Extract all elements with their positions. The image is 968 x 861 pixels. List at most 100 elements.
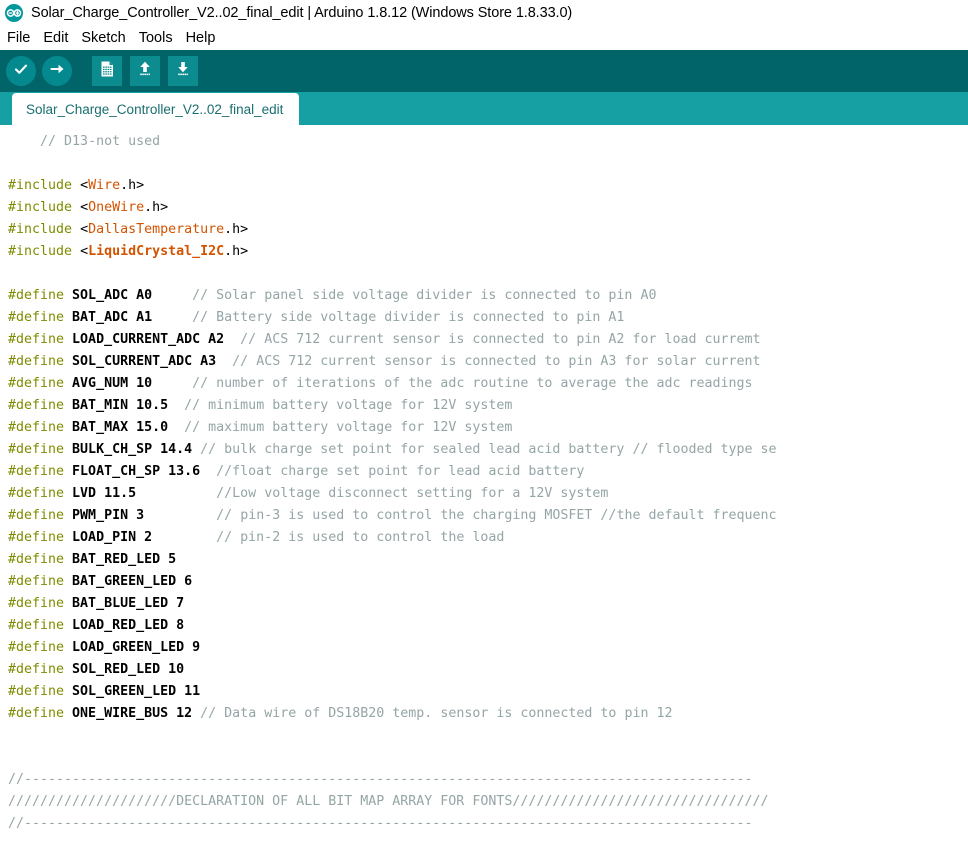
menu-item-file[interactable]: File bbox=[7, 30, 36, 46]
code-token: #define bbox=[8, 288, 72, 303]
code-editor[interactable]: // D13-not used #include <Wire.h>#includ… bbox=[0, 125, 968, 861]
new-button[interactable] bbox=[92, 56, 122, 86]
code-token: BAT_MAX 15.0 bbox=[72, 420, 168, 435]
code-line: #define BAT_RED_LED 5 bbox=[8, 549, 968, 571]
code-token bbox=[144, 508, 216, 523]
code-line bbox=[8, 263, 968, 285]
code-token: // Solar panel side voltage divider is c… bbox=[192, 288, 656, 303]
code-token bbox=[224, 332, 240, 347]
code-line: #define LOAD_CURRENT_ADC A2 // ACS 712 c… bbox=[8, 329, 968, 351]
save-button[interactable] bbox=[168, 56, 198, 86]
code-line: //--------------------------------------… bbox=[8, 769, 968, 791]
code-token: #include bbox=[8, 222, 80, 237]
tab-label: Solar_Charge_Controller_V2..02_final_edi… bbox=[26, 102, 283, 117]
code-token: // D13-not used bbox=[40, 134, 160, 149]
code-token: #include bbox=[8, 200, 80, 215]
code-token: SOL_CURRENT_ADC A3 bbox=[72, 354, 216, 369]
code-token bbox=[192, 442, 200, 457]
code-token bbox=[168, 420, 184, 435]
code-token: LVD 11.5 bbox=[72, 486, 136, 501]
sketch-tab-strip: Solar_Charge_Controller_V2..02_final_edi… bbox=[0, 92, 968, 125]
new-document-icon bbox=[97, 59, 117, 84]
code-line bbox=[8, 835, 968, 857]
code-token: < bbox=[80, 222, 88, 237]
code-token: AVG_NUM 10 bbox=[72, 376, 152, 391]
code-token: .h> bbox=[120, 178, 144, 193]
code-token: // bulk charge set point for sealed lead… bbox=[200, 442, 776, 457]
code-token: // pin-3 is used to control the charging… bbox=[216, 508, 776, 523]
code-text[interactable]: // D13-not used #include <Wire.h>#includ… bbox=[8, 131, 968, 861]
code-line: #define ONE_WIRE_BUS 12 // Data wire of … bbox=[8, 703, 968, 725]
code-token: //--------------------------------------… bbox=[8, 816, 753, 831]
menu-item-tools[interactable]: Tools bbox=[139, 30, 179, 46]
code-token: #define bbox=[8, 464, 72, 479]
code-line: #include <Wire.h> bbox=[8, 175, 968, 197]
code-token: // ACS 712 current sensor is connected t… bbox=[240, 332, 760, 347]
code-token: < bbox=[80, 178, 88, 193]
code-token: #define bbox=[8, 662, 72, 677]
code-token: #include bbox=[8, 244, 80, 259]
code-token: FLOAT_CH_SP 13.6 bbox=[72, 464, 200, 479]
menu-item-sketch[interactable]: Sketch bbox=[81, 30, 131, 46]
code-token: DallasTemperature bbox=[88, 222, 224, 237]
code-line: #define BAT_MAX 15.0 // maximum battery … bbox=[8, 417, 968, 439]
code-token: BULK_CH_SP 14.4 bbox=[72, 442, 192, 457]
code-token: .h> bbox=[224, 222, 248, 237]
code-token: #define bbox=[8, 640, 72, 655]
tab-solar-charge-controller[interactable]: Solar_Charge_Controller_V2..02_final_edi… bbox=[12, 93, 299, 125]
code-token bbox=[152, 310, 192, 325]
code-token: LOAD_PIN 2 bbox=[72, 530, 152, 545]
code-token: #include bbox=[8, 178, 80, 193]
code-token: #define bbox=[8, 354, 72, 369]
code-line: #define SOL_CURRENT_ADC A3 // ACS 712 cu… bbox=[8, 351, 968, 373]
code-line: #define SOL_RED_LED 10 bbox=[8, 659, 968, 681]
code-line: #define SOL_GREEN_LED 11 bbox=[8, 681, 968, 703]
code-token: // Battery side voltage divider is conne… bbox=[192, 310, 624, 325]
arrow-right-icon bbox=[48, 60, 66, 83]
code-line: #include <LiquidCrystal_I2C.h> bbox=[8, 241, 968, 263]
code-token: PWM_PIN 3 bbox=[72, 508, 144, 523]
code-token: LOAD_GREEN_LED 9 bbox=[72, 640, 200, 655]
code-token bbox=[152, 376, 192, 391]
code-line: #define BAT_BLUE_LED 7 bbox=[8, 593, 968, 615]
arrow-up-icon bbox=[135, 59, 155, 84]
code-token bbox=[168, 398, 184, 413]
code-line: // D13-not used bbox=[8, 131, 968, 153]
upload-button[interactable] bbox=[42, 56, 72, 86]
code-token: // ACS 712 current sensor is connected t… bbox=[232, 354, 760, 369]
menu-item-edit[interactable]: Edit bbox=[43, 30, 74, 46]
code-token: #define bbox=[8, 442, 72, 457]
code-line: #define FLOAT_CH_SP 13.6 //float charge … bbox=[8, 461, 968, 483]
code-line: #include <DallasTemperature.h> bbox=[8, 219, 968, 241]
code-line: #define AVG_NUM 10 // number of iteratio… bbox=[8, 373, 968, 395]
code-token: SOL_RED_LED 10 bbox=[72, 662, 184, 677]
code-line: #define BAT_MIN 10.5 // minimum battery … bbox=[8, 395, 968, 417]
code-token bbox=[216, 354, 232, 369]
code-token: #define bbox=[8, 574, 72, 589]
verify-button[interactable] bbox=[6, 56, 36, 86]
code-line bbox=[8, 747, 968, 769]
code-line: //--------------------------------------… bbox=[8, 813, 968, 835]
code-line: #define BAT_GREEN_LED 6 bbox=[8, 571, 968, 593]
code-line: #define SOL_ADC A0 // Solar panel side v… bbox=[8, 285, 968, 307]
code-token: BAT_GREEN_LED 6 bbox=[72, 574, 192, 589]
code-line: byte solar[8] = //icon for solar panel bbox=[8, 857, 968, 861]
code-token: .h> bbox=[224, 244, 248, 259]
open-button[interactable] bbox=[130, 56, 160, 86]
code-token: SOL_ADC A0 bbox=[72, 288, 152, 303]
arrow-down-icon bbox=[173, 59, 193, 84]
code-token: // minimum battery voltage for 12V syste… bbox=[184, 398, 512, 413]
code-line: #define LOAD_RED_LED 8 bbox=[8, 615, 968, 637]
code-token: // number of iterations of the adc routi… bbox=[192, 376, 752, 391]
window-title: Solar_Charge_Controller_V2..02_final_edi… bbox=[31, 5, 572, 21]
code-token: //Low voltage disconnect setting for a 1… bbox=[216, 486, 608, 501]
code-line: #define LVD 11.5 //Low voltage disconnec… bbox=[8, 483, 968, 505]
menu-item-help[interactable]: Help bbox=[186, 30, 222, 46]
code-token: BAT_MIN 10.5 bbox=[72, 398, 168, 413]
code-token: < bbox=[80, 200, 88, 215]
code-token: /////////////////////DECLARATION OF ALL … bbox=[8, 794, 769, 809]
code-token: #define bbox=[8, 530, 72, 545]
code-token: #define bbox=[8, 398, 72, 413]
code-line: #define LOAD_GREEN_LED 9 bbox=[8, 637, 968, 659]
toolbar bbox=[0, 50, 968, 92]
